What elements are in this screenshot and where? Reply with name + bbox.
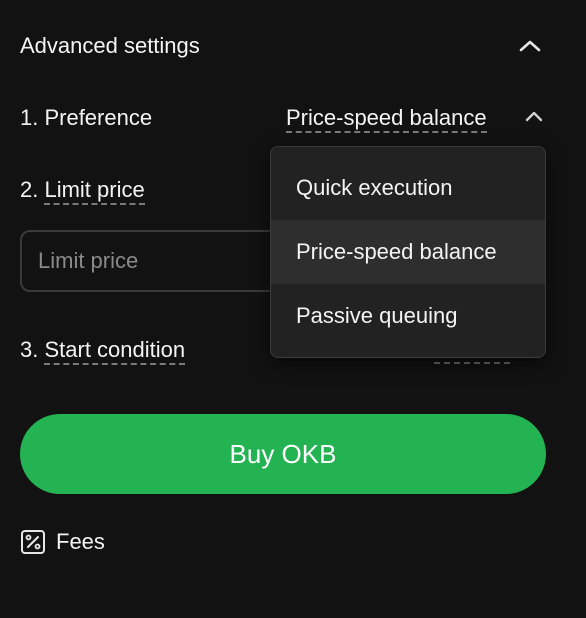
percent-icon[interactable] (20, 529, 46, 555)
buy-button[interactable]: Buy OKB (20, 414, 546, 494)
dropdown-option-price-speed-balance[interactable]: Price-speed balance (271, 220, 545, 284)
dropdown-option-quick-execution[interactable]: Quick execution (271, 156, 545, 220)
start-condition-label: 3. Start condition (20, 334, 186, 366)
start-condition-value[interactable] (434, 362, 510, 364)
preference-label: 1. Preference (20, 105, 153, 130)
limit-price-label: 2. Limit price (20, 174, 145, 206)
preference-dropdown: Quick execution Price-speed balance Pass… (270, 146, 546, 358)
start-condition-label-text: Start condition (44, 337, 186, 365)
dropdown-option-passive-queuing[interactable]: Passive queuing (271, 284, 545, 348)
limit-price-label-text: Limit price (44, 177, 145, 205)
chevron-up-icon[interactable] (518, 36, 542, 56)
chevron-up-icon[interactable] (524, 108, 544, 126)
fees-link[interactable]: Fees (56, 526, 105, 558)
preference-value: Price-speed balance (286, 105, 487, 133)
section-title: Advanced settings (20, 33, 200, 58)
preference-select[interactable]: Price-speed balance (286, 102, 487, 134)
